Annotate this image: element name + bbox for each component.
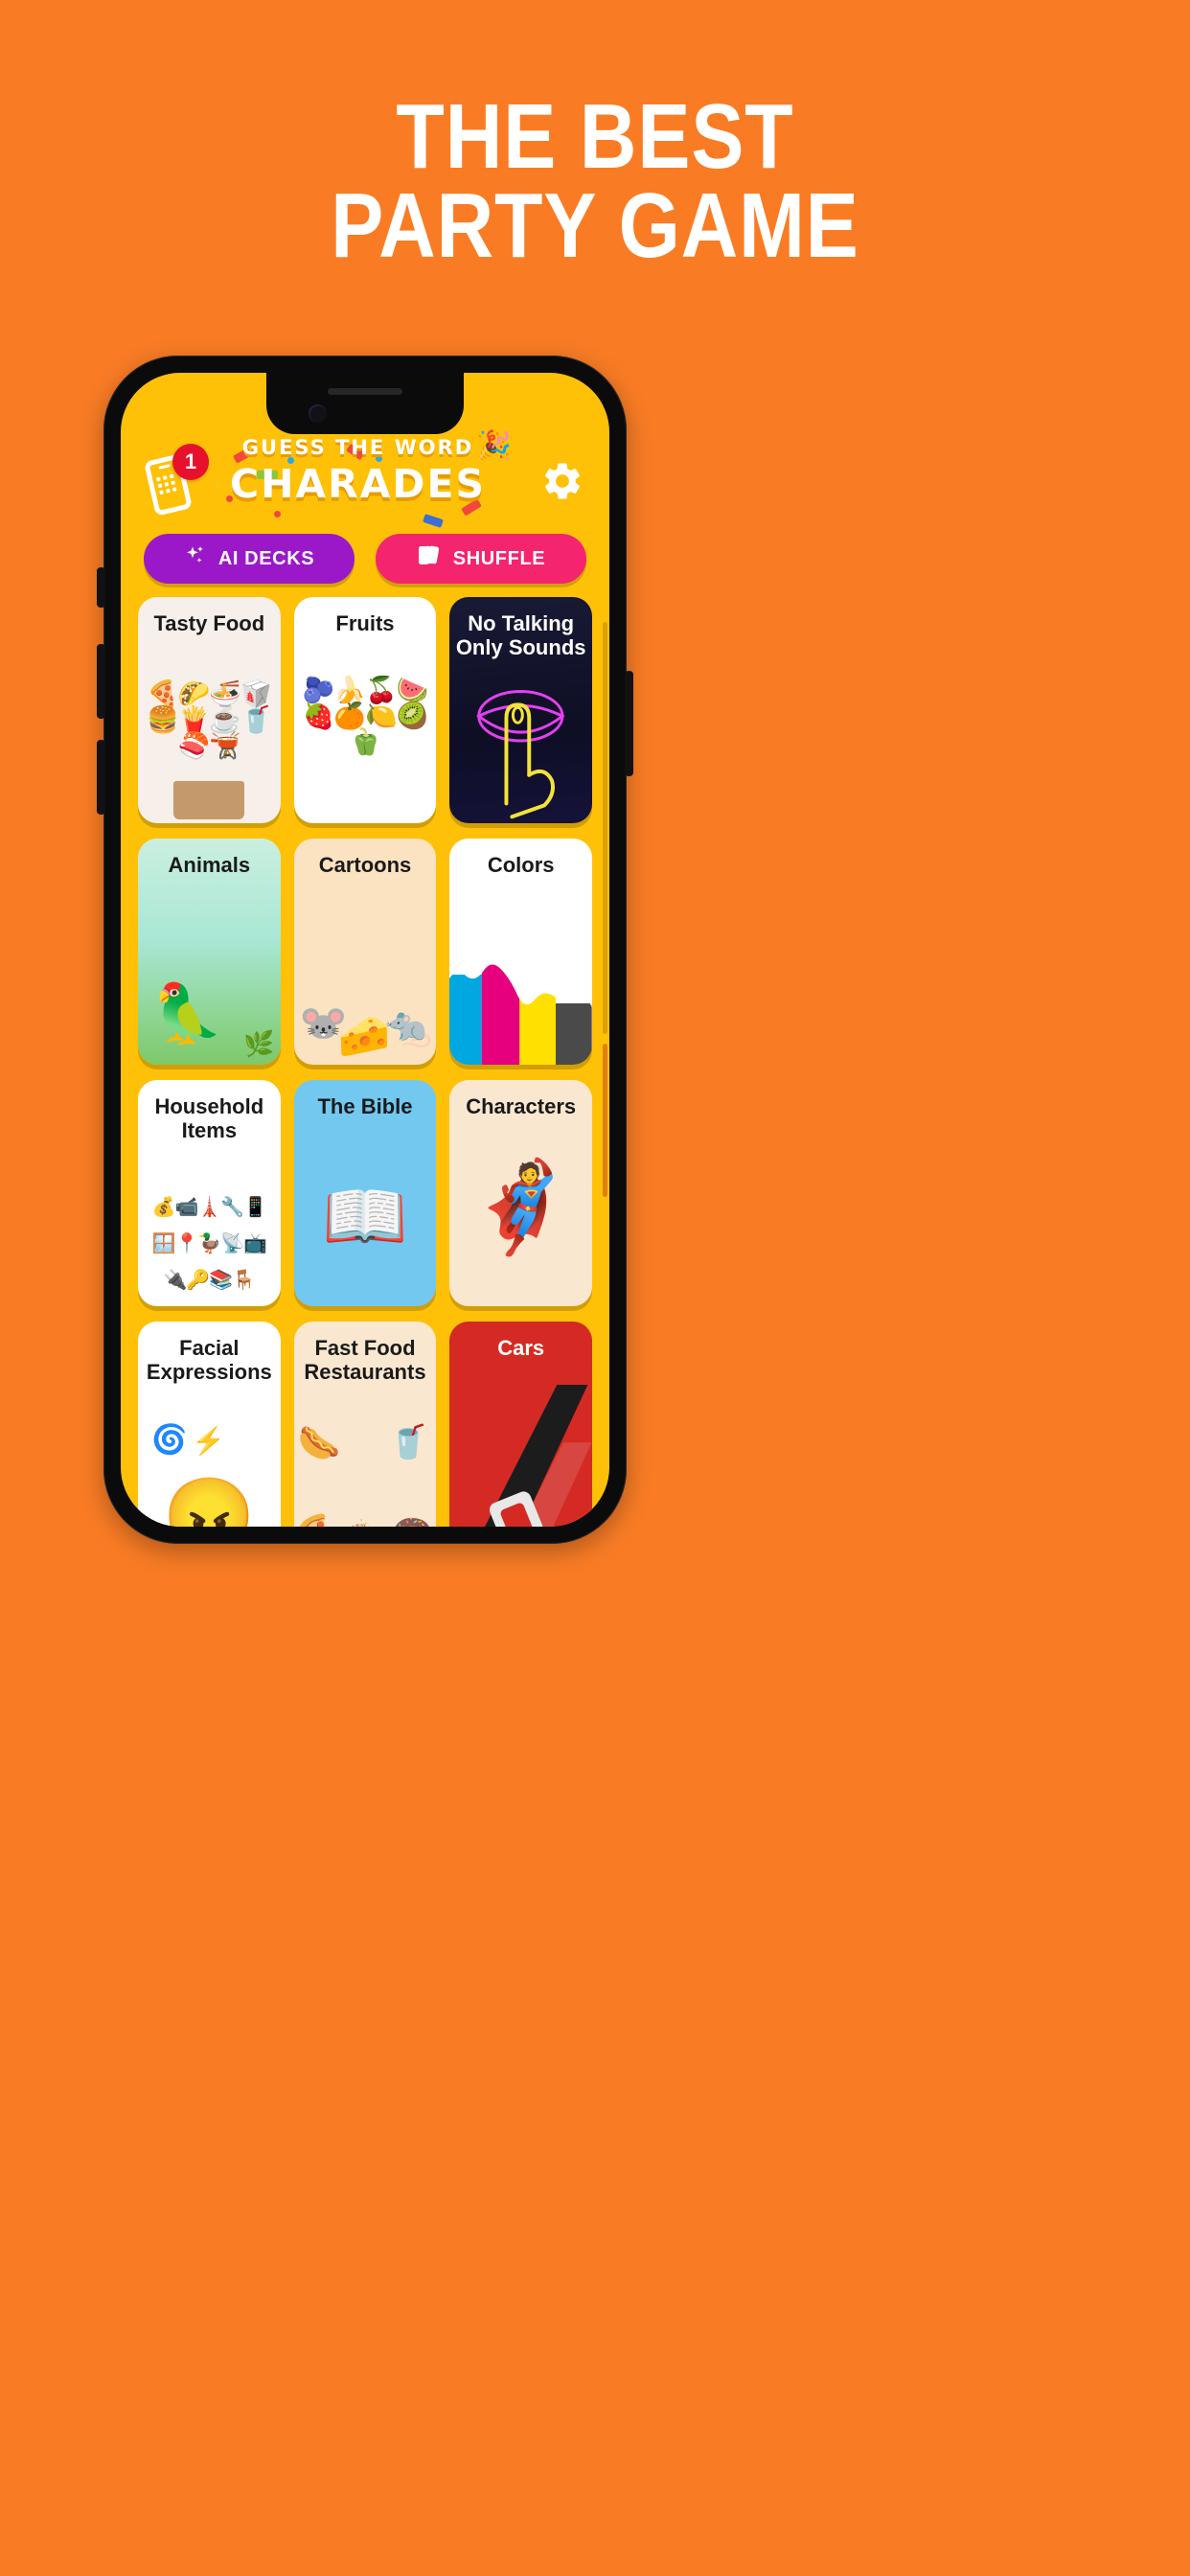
sparkles-icon — [184, 544, 207, 573]
promo-headline: THE BEST PARTY GAME — [83, 85, 1107, 278]
deck-card[interactable]: The Bible 📖 — [293, 1080, 437, 1306]
deck-artwork: 💰📹🗼🔧📱🪟📍🦆📡📺🔌🔑📚🪑 — [138, 1184, 281, 1306]
deck-title: Fast Food Restaurants — [304, 1336, 426, 1384]
deck-artwork: 🌀 ⚡ 😠 — [138, 1423, 281, 1527]
party-popper-icon: 🎉 — [475, 430, 512, 462]
deck-artwork: 🦸 — [449, 1143, 592, 1306]
deck-grid-scroll-area[interactable]: Tasty Food 🍕🌮🍜🥡🍔🍟☕🥤🍣🫕 Fruits 🫐🍌🍒🍉🍓🍊🍋🥝🫑 N… — [121, 597, 609, 1527]
phone-notch — [266, 373, 464, 434]
deck-card[interactable]: Cars — [449, 1322, 592, 1527]
deck-artwork — [449, 950, 592, 1065]
angry-face-icon: 😠 — [162, 1474, 256, 1527]
deck-grid: Tasty Food 🍕🌮🍜🥡🍔🍟☕🥤🍣🫕 Fruits 🫐🍌🍒🍉🍓🍊🍋🥝🫑 N… — [138, 597, 592, 1527]
deck-artwork: 🫐🍌🍒🍉🍓🍊🍋🥝🫑 — [294, 660, 437, 823]
deck-title: Colors — [487, 853, 555, 877]
deck-title: Fruits — [335, 611, 395, 635]
earpiece-speaker — [328, 388, 402, 395]
color-drip-icon — [449, 950, 592, 1065]
deck-artwork: 🍕🌮🍜🥡🍔🍟☕🥤🍣🫕 — [138, 660, 281, 823]
settings-button[interactable] — [540, 459, 584, 503]
logo-tagline: GUESS THE WORD — [241, 436, 474, 459]
deck-artwork: 📖 — [294, 1143, 437, 1306]
hotdog-icon: 🌭 — [297, 1423, 341, 1462]
deck-card[interactable]: Colors — [449, 839, 592, 1065]
cheese-icon: 🧀 — [337, 1013, 391, 1060]
deck-title: No Talking Only Sounds — [455, 611, 586, 659]
donut-icon: 🍩 — [392, 1513, 432, 1527]
deck-card[interactable]: Household Items 💰📹🗼🔧📱🪟📍🦆📡📺🔌🔑📚🪑 — [138, 1080, 281, 1306]
deck-title: The Bible — [317, 1094, 413, 1118]
cupcake-icon: 🧁 — [340, 1517, 380, 1527]
lightning-icon: ⚡ — [192, 1426, 225, 1456]
notification-phone-icon-group[interactable]: 1 — [142, 444, 217, 517]
deck-card[interactable]: Facial Expressions 🌀 ⚡ 😠 — [138, 1322, 281, 1527]
deck-card[interactable]: Fast Food Restaurants 🌭 🥤 🍕 🧁 🍩 — [293, 1322, 437, 1527]
phone-volume-down-button — [97, 740, 105, 815]
deck-title: Cars — [497, 1336, 545, 1360]
deck-title: Facial Expressions — [146, 1336, 272, 1384]
deck-artwork: 🐭 🧀 🐀 — [294, 902, 437, 1065]
front-camera-icon — [309, 404, 327, 423]
phone-power-button — [625, 671, 633, 776]
deck-card[interactable]: Animals 🌴 🦜 🌿 — [138, 839, 281, 1065]
shuffle-button[interactable]: SHUFFLE — [376, 534, 586, 584]
deck-title: Characters — [466, 1094, 577, 1118]
confetti-piece — [423, 514, 444, 528]
deck-card[interactable]: Tasty Food 🍕🌮🍜🥡🍔🍟☕🥤🍣🫕 — [138, 597, 281, 823]
scribble-icon: 🌀 — [151, 1424, 188, 1456]
app-header: 1 GUESS THE WORD CHARADES 🎉 — [121, 426, 609, 528]
notification-badge: 1 — [172, 444, 209, 480]
headline-line-2: PARTY GAME — [331, 174, 859, 278]
deck-title: Animals — [168, 853, 251, 877]
phone-screen: 1 GUESS THE WORD CHARADES 🎉 AI DECKS SHU… — [121, 373, 609, 1527]
deck-artwork: 🌴 🦜 🌿 — [138, 902, 281, 1065]
soda-cup-icon: 🥤 — [387, 1424, 429, 1460]
deck-card[interactable]: Fruits 🫐🍌🍒🍉🍓🍊🍋🥝🫑 — [293, 597, 437, 823]
seatbelt-icon — [485, 1385, 592, 1527]
scrollbar-track[interactable] — [603, 622, 607, 1034]
deck-art-emoji: 💰📹🗼🔧📱🪟📍🦆📡📺🔌🔑📚🪑 — [151, 1197, 268, 1291]
rat-icon: 🐀 — [384, 1006, 433, 1048]
deck-card[interactable]: Cartoons 🐭 🧀 🐀 — [293, 839, 437, 1065]
superhero-icon: 🦸 — [466, 1159, 576, 1256]
confetti-piece — [274, 511, 281, 518]
logo-title: CHARADES — [229, 461, 486, 507]
ai-decks-button[interactable]: AI DECKS — [144, 534, 355, 584]
deck-artwork — [449, 660, 592, 823]
ai-decks-label: AI DECKS — [217, 547, 315, 569]
shuffle-label: SHUFFLE — [452, 547, 546, 569]
deck-card[interactable]: Characters 🦸 — [449, 1080, 592, 1306]
plant-icon: 🌿 — [243, 1029, 275, 1058]
app-logo: GUESS THE WORD CHARADES 🎉 — [221, 432, 512, 508]
action-button-row: AI DECKS SHUFFLE — [121, 534, 609, 584]
pizza-icon: 🍕 — [294, 1513, 334, 1527]
neon-shush-icon — [476, 689, 566, 819]
deck-title: Cartoons — [318, 853, 412, 877]
deck-title: Tasty Food — [153, 611, 265, 635]
headline-line-1: THE BEST — [396, 85, 794, 188]
deck-artwork — [449, 1385, 592, 1527]
deck-card[interactable]: No Talking Only Sounds — [449, 597, 592, 823]
deck-title: Household Items — [154, 1094, 264, 1142]
open-book-icon: 📖 — [322, 1179, 408, 1255]
gear-icon — [544, 463, 580, 499]
deck-artwork: 🌭 🥤 🍕 🧁 🍩 — [294, 1423, 437, 1527]
scrollbar-thumb[interactable] — [603, 1044, 607, 1197]
phone-volume-up-button — [97, 644, 105, 719]
deck-art-emoji: 🫐🍌🍒🍉🍓🍊🍋🥝🫑 — [302, 676, 428, 756]
phone-mute-switch — [97, 567, 105, 608]
cards-icon — [417, 544, 442, 573]
toucan-icon: 🦜 — [151, 981, 223, 1046]
